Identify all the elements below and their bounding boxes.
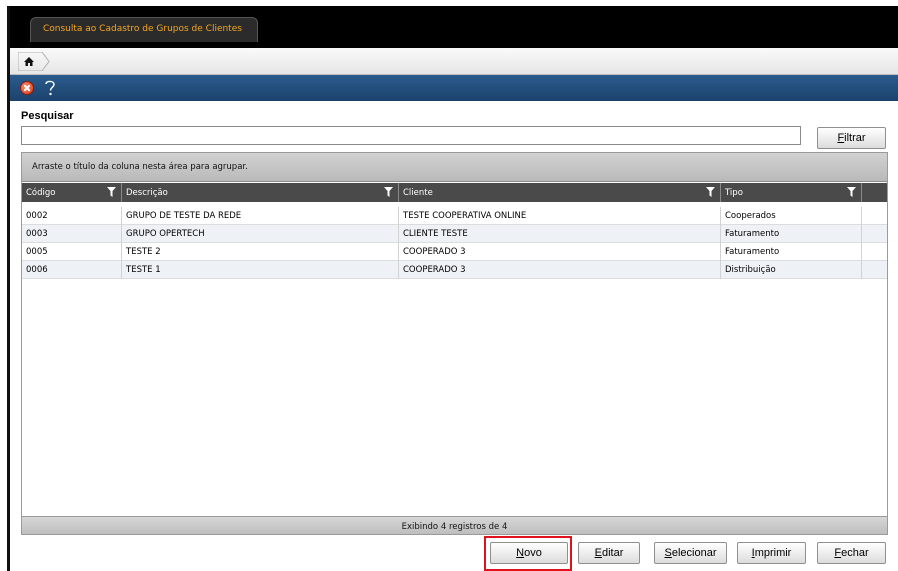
home-icon xyxy=(18,52,50,71)
grid-header: Código Descrição Cliente Tipo xyxy=(22,183,887,202)
breadcrumb xyxy=(10,48,898,75)
cell-tipo: Distribuição xyxy=(721,261,862,279)
table-row[interactable]: 0003 GRUPO OPERTECH CLIENTE TESTE Fatura… xyxy=(22,225,887,243)
cell-cliente: TESTE COOPERATIVA ONLINE xyxy=(399,207,721,225)
left-frame xyxy=(0,6,10,571)
cell-codigo: 0003 xyxy=(22,225,122,243)
column-header-tipo[interactable]: Tipo xyxy=(721,183,862,202)
search-label: Pesquisar xyxy=(21,110,74,122)
cell-codigo: 0005 xyxy=(22,243,122,261)
breadcrumb-home[interactable] xyxy=(18,52,50,71)
grid-footer: Exibindo 4 registros de 4 xyxy=(22,516,887,534)
cell-tipo: Cooperados xyxy=(721,207,862,225)
tab-label: Consulta ao Cadastro de Grupos de Client… xyxy=(43,24,242,34)
cell-tipo: Faturamento xyxy=(721,225,862,243)
cell-descricao: TESTE 2 xyxy=(122,243,399,261)
column-header-cliente[interactable]: Cliente xyxy=(399,183,721,202)
filter-icon[interactable] xyxy=(847,187,856,197)
group-by-area[interactable]: Arraste o título da coluna nesta área pa… xyxy=(22,153,887,182)
select-button[interactable]: Selecionar xyxy=(654,542,727,564)
cell-descricao: GRUPO OPERTECH xyxy=(122,225,399,243)
filter-icon[interactable] xyxy=(706,187,715,197)
cell-cliente: COOPERADO 3 xyxy=(399,261,721,279)
cell-codigo: 0002 xyxy=(22,207,122,225)
filter-button-accel: F xyxy=(837,132,845,144)
search-input[interactable] xyxy=(21,126,801,145)
group-by-hint: Arraste o título da coluna nesta área pa… xyxy=(32,162,248,172)
results-grid: Arraste o título da coluna nesta área pa… xyxy=(21,152,888,535)
cell-cliente: CLIENTE TESTE xyxy=(399,225,721,243)
table-row[interactable]: 0002 GRUPO DE TESTE DA REDE TESTE COOPER… xyxy=(22,207,887,225)
close-button[interactable]: Fechar xyxy=(817,542,886,564)
cell-cliente: COOPERADO 3 xyxy=(399,243,721,261)
filter-button-label: iltrar xyxy=(844,132,866,144)
tab-bar: Consulta ao Cadastro de Grupos de Client… xyxy=(10,6,898,48)
print-button[interactable]: Imprimir xyxy=(737,542,806,564)
table-row[interactable]: 0006 TESTE 1 COOPERADO 3 Distribuição xyxy=(22,261,887,279)
cell-codigo: 0006 xyxy=(22,261,122,279)
table-row[interactable]: 0005 TESTE 2 COOPERADO 3 Faturamento xyxy=(22,243,887,261)
help-question-icon[interactable] xyxy=(42,78,58,98)
close-circle-icon[interactable] xyxy=(20,81,34,95)
record-count: Exibindo 4 registros de 4 xyxy=(401,522,508,532)
filter-icon[interactable] xyxy=(107,187,116,197)
cell-tipo: Faturamento xyxy=(721,243,862,261)
cell-descricao: GRUPO DE TESTE DA REDE xyxy=(122,207,399,225)
new-button[interactable]: Novo xyxy=(490,542,568,564)
filter-icon[interactable] xyxy=(384,187,393,197)
tab-consulta-grupos[interactable]: Consulta ao Cadastro de Grupos de Client… xyxy=(30,17,258,42)
action-toolbar xyxy=(10,75,898,101)
edit-button[interactable]: Editar xyxy=(578,542,640,564)
filter-button[interactable]: Filtrar xyxy=(817,127,886,149)
cell-descricao: TESTE 1 xyxy=(122,261,399,279)
column-header-codigo[interactable]: Código xyxy=(22,183,122,202)
column-header-descricao[interactable]: Descrição xyxy=(122,183,399,202)
